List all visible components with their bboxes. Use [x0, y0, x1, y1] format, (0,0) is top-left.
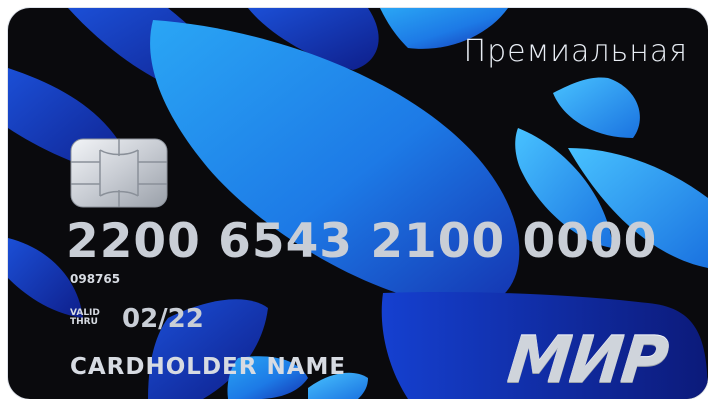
valid-thru-label: VALID THRU	[70, 309, 110, 327]
expiry-date: 02/22	[122, 304, 204, 334]
card-bin-code: 098765	[70, 272, 121, 286]
chip-icon	[70, 138, 168, 208]
valid-label-line2: THRU	[70, 317, 98, 327]
cardholder-name: CARDHOLDER NAME	[70, 354, 347, 380]
card-number: 2200 6543 2100 0000	[66, 214, 658, 269]
bank-card: Премиальная 2200 6543 2100 0000 098765 V…	[8, 8, 708, 399]
mir-logo: МИР	[504, 324, 671, 398]
card-tier-label: Премиальная	[463, 34, 688, 69]
